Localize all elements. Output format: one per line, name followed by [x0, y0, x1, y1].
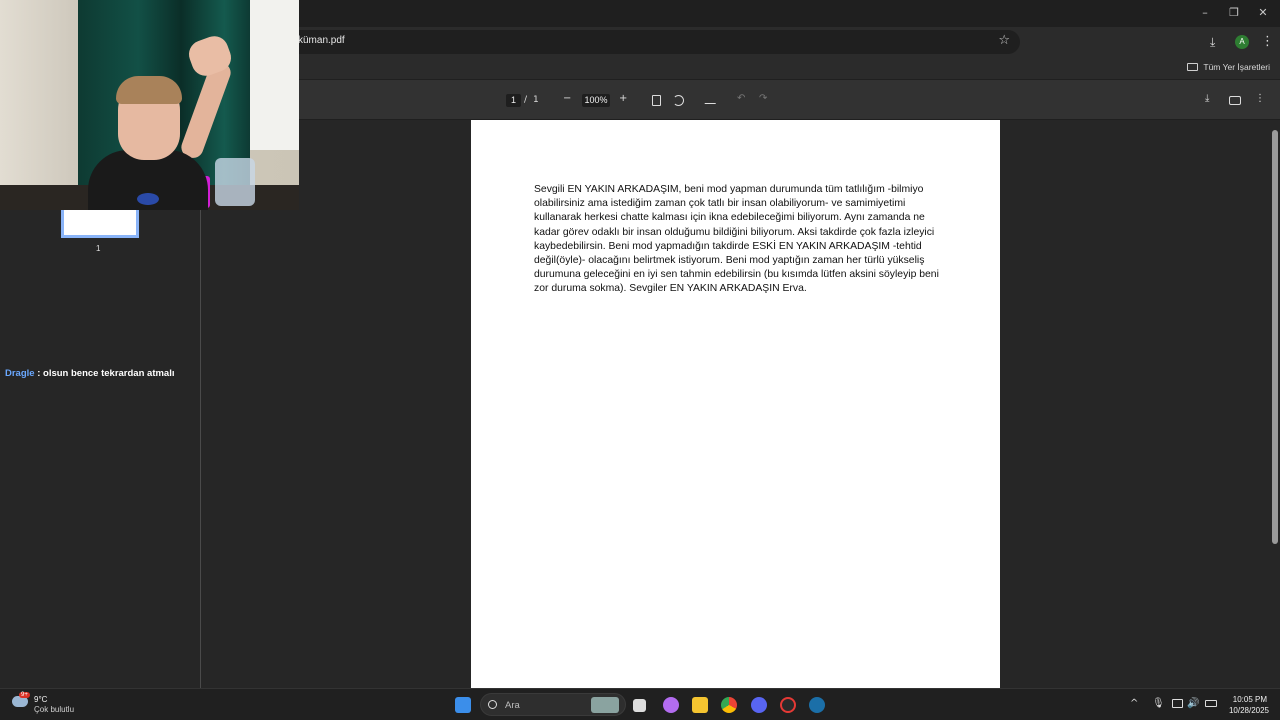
- folder-icon: [1187, 63, 1199, 71]
- all-bookmarks-button[interactable]: Tüm Yer İşaretleri: [1187, 62, 1270, 72]
- url-text[interactable]: küman.pdf: [298, 35, 345, 46]
- pdf-viewer: Sevgili EN YAKIN ARKADAŞIM, beni mod yap…: [201, 120, 1280, 688]
- extensions-puzzle-icon[interactable]: [1175, 36, 1188, 49]
- clock-date[interactable]: 10/28/2025: [1229, 706, 1269, 715]
- search-icon: [488, 700, 497, 709]
- scrollbar[interactable]: [1272, 130, 1278, 544]
- copilot-icon[interactable]: [663, 697, 679, 713]
- steam-icon[interactable]: [809, 697, 825, 713]
- webcam-water-jug: [215, 158, 255, 206]
- webcam-hair: [116, 76, 182, 104]
- battery-icon[interactable]: [1205, 700, 1217, 707]
- start-icon[interactable]: [455, 697, 471, 713]
- minimize-button[interactable]: –: [1198, 6, 1212, 20]
- chat-separator: :: [34, 368, 44, 379]
- zoom-level-input[interactable]: 100%: [582, 94, 610, 107]
- document-text: Sevgili EN YAKIN ARKADAŞIM, beni mod yap…: [534, 184, 939, 295]
- taskbar: 9+ 9°C Çok bulutlu Ara ^ 🎙 🔊 10:05 PM 10…: [0, 688, 1280, 720]
- volume-icon[interactable]: 🔊: [1187, 698, 1199, 709]
- undo-icon[interactable]: ↶: [737, 93, 745, 104]
- chrome-icon[interactable]: [721, 697, 737, 713]
- chat-username: Dragle: [5, 368, 35, 379]
- redo-icon[interactable]: ↷: [759, 93, 767, 104]
- microphone-icon[interactable]: 🎙: [1152, 698, 1165, 709]
- profile-avatar[interactable]: A: [1235, 35, 1249, 49]
- zoom-in-button[interactable]: +: [619, 93, 627, 104]
- ext-blue-icon[interactable]: [1055, 36, 1068, 49]
- taskbar-search[interactable]: Ara: [480, 693, 626, 716]
- print-icon[interactable]: [1229, 96, 1241, 105]
- annotate-icon[interactable]: [704, 96, 719, 104]
- weather-description[interactable]: Çok bulutlu: [34, 705, 74, 714]
- network-icon[interactable]: [1172, 699, 1183, 708]
- file-explorer-icon[interactable]: [692, 697, 708, 713]
- menu-icon[interactable]: ⋮: [1261, 34, 1274, 49]
- fit-page-icon[interactable]: [652, 95, 661, 106]
- ext-dark-icon[interactable]: [1151, 36, 1164, 49]
- tray-chevron-icon[interactable]: ^: [1130, 698, 1138, 709]
- address-bar[interactable]: küman.pdf ☆: [230, 30, 1020, 54]
- pdf-page: Sevgili EN YAKIN ARKADAŞIM, beni mod yap…: [471, 120, 1000, 688]
- ext-purple-icon[interactable]: [1103, 36, 1116, 49]
- webcam-shirt-logo: [137, 193, 159, 205]
- weather-temperature[interactable]: 9°C: [34, 695, 47, 704]
- terminal-icon[interactable]: [633, 699, 646, 712]
- search-highlight-icon: [591, 697, 619, 713]
- restore-button[interactable]: ❐: [1227, 6, 1241, 20]
- page-thumbnail[interactable]: [61, 206, 139, 238]
- weather-badge: 9+: [19, 692, 30, 698]
- rotate-icon[interactable]: [673, 95, 684, 106]
- ext-grammarly-icon[interactable]: [1079, 36, 1092, 49]
- page-total: 1: [533, 95, 539, 105]
- page-number-input[interactable]: 1: [506, 94, 521, 107]
- chat-text: olsun bence tekrardan atmalı: [43, 368, 175, 379]
- ext-red-icon[interactable]: [1031, 36, 1044, 49]
- ext-white-icon[interactable]: [1127, 36, 1140, 49]
- download-icon[interactable]: ⤓: [1210, 35, 1215, 50]
- webcam-overlay: [0, 0, 299, 210]
- zoom-out-button[interactable]: −: [563, 93, 571, 104]
- clock-time[interactable]: 10:05 PM: [1233, 695, 1267, 704]
- all-bookmarks-label: Tüm Yer İşaretleri: [1203, 62, 1270, 72]
- page-thumbnail-label: 1: [96, 244, 101, 253]
- pdf-more-icon[interactable]: ⋮: [1255, 93, 1265, 104]
- close-button[interactable]: ✕: [1256, 6, 1270, 20]
- bookmark-star-icon[interactable]: ☆: [998, 33, 1010, 48]
- discord-icon[interactable]: [751, 697, 767, 713]
- webcam-window: [250, 0, 299, 150]
- search-placeholder: Ara: [505, 700, 520, 711]
- page-separator: /: [524, 95, 528, 105]
- pdf-download-icon[interactable]: ⤓: [1205, 93, 1209, 104]
- chat-message: Dragle : olsun bence tekrardan atmalı: [5, 368, 175, 379]
- app-red-icon[interactable]: [780, 697, 796, 713]
